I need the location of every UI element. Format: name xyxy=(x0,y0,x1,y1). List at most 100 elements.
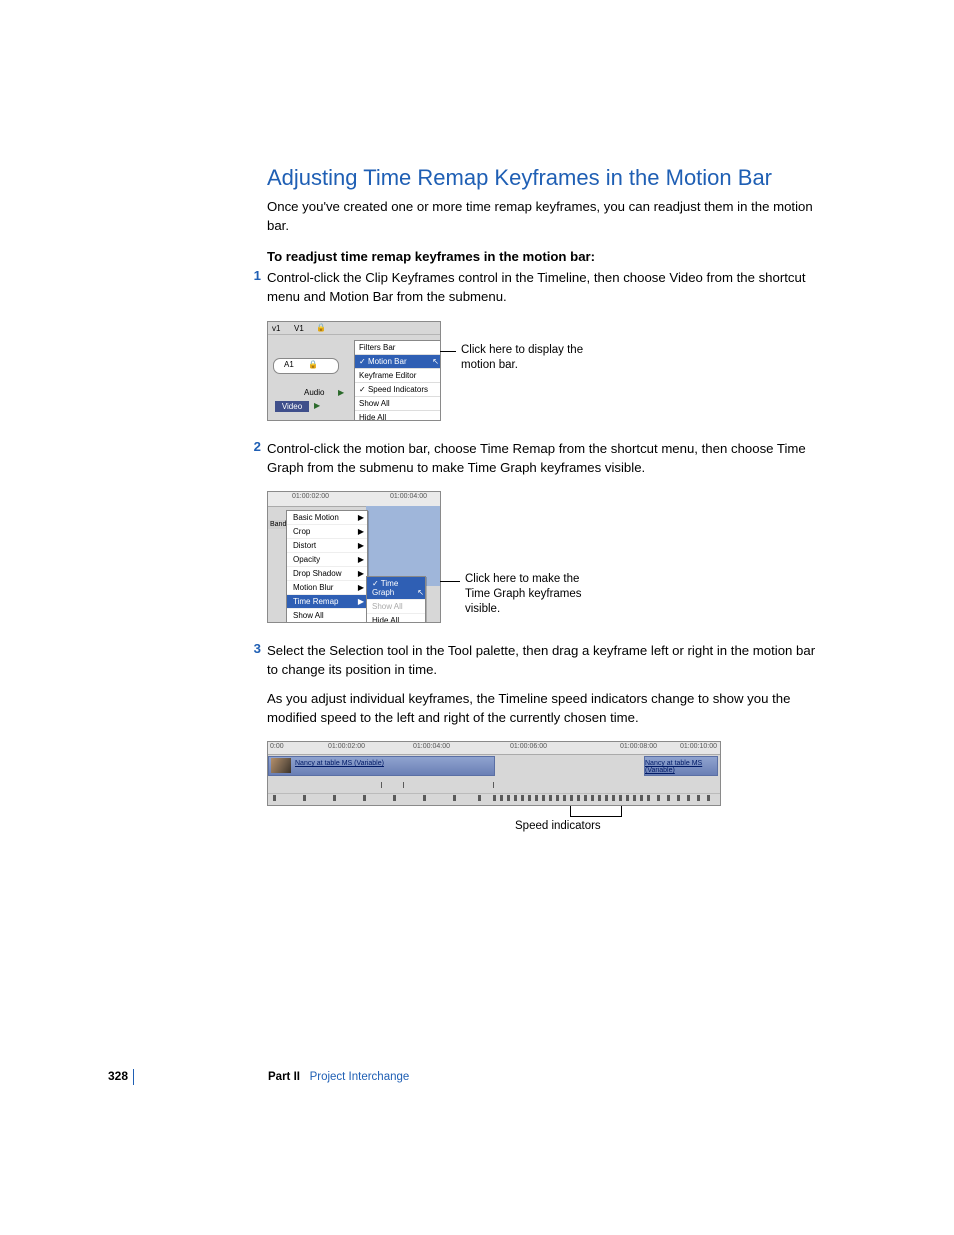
page-number: 328 xyxy=(108,1069,128,1083)
speed-indicator-tick xyxy=(453,795,456,801)
speed-indicator-tick xyxy=(577,795,580,801)
speed-indicator-tick xyxy=(423,795,426,801)
blue-keyframe-area xyxy=(366,506,440,586)
clip-a-label: Nancy at table MS (Variable) xyxy=(295,760,384,767)
submenu-hide-all[interactable]: Hide All xyxy=(367,614,425,623)
speed-indicator-tick xyxy=(605,795,608,801)
speed-indicator-tick xyxy=(528,795,531,801)
speed-indicator-tick xyxy=(667,795,670,801)
step-3: 3 Select the Selection tool in the Tool … xyxy=(267,641,827,728)
footer-divider xyxy=(133,1069,134,1085)
speed-indicator-tick xyxy=(500,795,503,801)
footer-part: Part II Project Interchange xyxy=(268,1071,409,1083)
speed-indicator-tick xyxy=(570,795,573,801)
step-number: 2 xyxy=(245,439,261,454)
speed-indicator-tick xyxy=(697,795,700,801)
speed-indicator-tick xyxy=(556,795,559,801)
step-number: 3 xyxy=(245,641,261,656)
fig2-panel: 01:00:02:00 01:00:04:00 Band Basic Motio… xyxy=(267,491,441,623)
menu-crop[interactable]: Crop▶ xyxy=(287,525,367,539)
menu-speed-indicators[interactable]: ✓ Speed Indicators xyxy=(355,383,441,397)
step-text: Control-click the motion bar, choose Tim… xyxy=(267,439,827,477)
ruler-tick: 01:00:04:00 xyxy=(413,743,450,750)
menu-basic-motion[interactable]: Basic Motion▶ xyxy=(287,511,367,525)
speed-indicator-tick xyxy=(333,795,336,801)
speed-indicator-tick xyxy=(478,795,481,801)
step-2: 2 Control-click the motion bar, choose T… xyxy=(267,439,827,477)
speed-indicator-tick xyxy=(514,795,517,801)
menu-distort[interactable]: Distort▶ xyxy=(287,539,367,553)
lock-icon: 🔒 xyxy=(316,323,326,332)
lock-icon: 🔒 xyxy=(308,360,318,369)
step-text: Select the Selection tool in the Tool pa… xyxy=(267,641,827,679)
menu-motion-bar[interactable]: ✓ Motion Bar↖ xyxy=(355,355,441,369)
track-label-a1: A1 xyxy=(284,360,294,369)
fig2-callout: Click here to make the Time Graph keyfra… xyxy=(465,572,595,617)
speed-indicator-tick xyxy=(591,795,594,801)
expand-icon[interactable]: ▶ xyxy=(338,388,344,397)
track-label-v1a: v1 xyxy=(272,324,280,333)
speed-indicator-tick xyxy=(619,795,622,801)
track-v1: v1 V1 🔒 xyxy=(268,322,440,335)
ruler-tick: 01:00:04:00 xyxy=(390,493,427,500)
menu-motion-blur[interactable]: Motion Blur▶ xyxy=(287,581,367,595)
page-title: Adjusting Time Remap Keyframes in the Mo… xyxy=(267,165,827,191)
step-number: 1 xyxy=(245,268,261,283)
speed-indicator-tick xyxy=(521,795,524,801)
speed-indicator-tick xyxy=(707,795,710,801)
fig3-callout: Speed indicators xyxy=(515,820,601,832)
track-label-v1b: V1 xyxy=(294,324,304,333)
submenu-time-graph[interactable]: ✓ Time Graph↖ xyxy=(367,577,425,600)
ruler-tick: 01:00:08:00 xyxy=(620,743,657,750)
tracks: Nancy at table MS (Variable) Nancy at ta… xyxy=(268,754,720,792)
speed-indicator-tick xyxy=(687,795,690,801)
expand-icon[interactable]: ▶ xyxy=(314,401,320,410)
ruler-tick: 01:00:10:00 xyxy=(680,743,717,750)
speed-indicator-tick xyxy=(612,795,615,801)
menu-drop-shadow[interactable]: Drop Shadow▶ xyxy=(287,567,367,581)
lead-text: To readjust time remap keyframes in the … xyxy=(267,249,827,264)
speed-indicator-tick xyxy=(273,795,276,801)
video-label: Video xyxy=(275,401,309,412)
content: Adjusting Time Remap Keyframes in the Mo… xyxy=(267,165,827,824)
menu-opacity[interactable]: Opacity▶ xyxy=(287,553,367,567)
callout-line xyxy=(440,351,456,352)
speed-indicator-tick xyxy=(549,795,552,801)
speed-indicator-tick xyxy=(542,795,545,801)
fig1-panel: v1 V1 🔒 Filters Bar ✓ Motion Bar↖ Keyfra… xyxy=(267,321,441,421)
bracket xyxy=(570,806,622,817)
speed-indicator-tick xyxy=(563,795,566,801)
speed-indicator-tick xyxy=(657,795,660,801)
menu-show-all[interactable]: Show All xyxy=(287,609,367,623)
menu-time-remap[interactable]: Time Remap▶ xyxy=(287,595,367,609)
speed-indicator-tick xyxy=(584,795,587,801)
step-1: 1 Control-click the Clip Keyframes contr… xyxy=(267,268,827,306)
fig1-submenu: Filters Bar ✓ Motion Bar↖ Keyframe Edito… xyxy=(354,340,441,421)
submenu-show-all[interactable]: Show All xyxy=(367,600,425,614)
menu-keyframe-editor[interactable]: Keyframe Editor xyxy=(355,369,441,383)
audio-label: Audio xyxy=(304,388,324,397)
speed-indicator-tick xyxy=(633,795,636,801)
keyframe-row xyxy=(268,778,720,788)
speed-indicator-tick xyxy=(493,795,496,801)
ruler: 01:00:02:00 01:00:04:00 xyxy=(268,492,440,507)
keyframe-tick xyxy=(493,782,494,788)
menu-show-all[interactable]: Show All xyxy=(355,397,441,411)
speed-indicator-tick xyxy=(393,795,396,801)
fig2-submenu: ✓ Time Graph↖ Show All Hide All xyxy=(366,576,426,623)
figure-1: v1 V1 🔒 Filters Bar ✓ Motion Bar↖ Keyfra… xyxy=(267,321,567,421)
indicator-row xyxy=(268,793,720,803)
speed-indicator-tick xyxy=(626,795,629,801)
fig3-panel: 0:00 01:00:02:00 01:00:04:00 01:00:06:00… xyxy=(267,741,721,806)
ruler-tick: 0:00 xyxy=(270,743,284,750)
keyframe-tick xyxy=(403,782,404,788)
callout-line xyxy=(440,581,460,582)
clip-a[interactable]: Nancy at table MS (Variable) xyxy=(268,756,495,776)
step-extra: As you adjust individual keyframes, the … xyxy=(267,689,827,727)
clip-thumbnail xyxy=(271,758,291,773)
menu-hide-all[interactable]: Hide All xyxy=(355,411,441,421)
speed-indicator-tick xyxy=(535,795,538,801)
clip-b[interactable]: Nancy at table MS (Variable) xyxy=(644,756,718,776)
menu-filters-bar[interactable]: Filters Bar xyxy=(355,341,441,355)
ruler-tick: 01:00:02:00 xyxy=(328,743,365,750)
